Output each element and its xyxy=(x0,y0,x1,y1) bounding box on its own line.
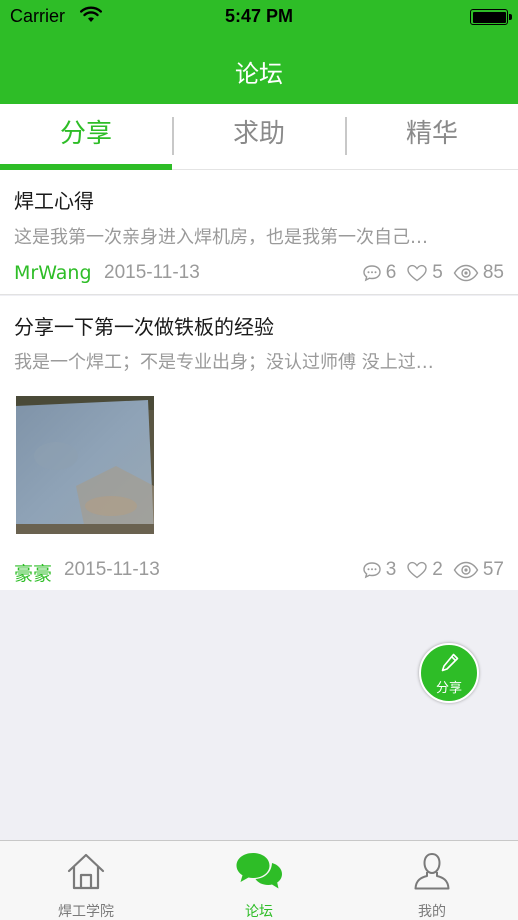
page-title: 论坛 xyxy=(235,60,283,88)
tab-help[interactable]: 求助 xyxy=(173,104,345,168)
view-count: 85 xyxy=(482,262,504,283)
clock: 5:47 PM xyxy=(224,6,294,26)
post-title: 焊工心得 xyxy=(14,189,94,213)
segment-tabs: 分享 求助 精华 xyxy=(0,104,518,170)
comment-count: 6 xyxy=(385,262,397,283)
post-author[interactable]: 豪豪 xyxy=(14,559,52,586)
post-author[interactable]: MrWang xyxy=(14,262,92,284)
post-excerpt: 我是一个焊工；不是专业出身；没认过师傅 没上过… xyxy=(14,352,434,373)
chat-bubbles-icon xyxy=(236,853,282,889)
comment-icon xyxy=(363,265,381,282)
bottom-tab-bar: 焊工学院 论坛 我的 xyxy=(0,840,518,920)
post-stats: 3 2 57 xyxy=(362,559,504,581)
pencil-icon xyxy=(441,653,459,672)
heart-icon[interactable] xyxy=(406,561,428,579)
post-item[interactable]: 分享一下第一次做铁板的经验 我是一个焊工；不是专业出身；没认过师傅 没上过… 豪… xyxy=(0,296,518,590)
post-image-thumbnail[interactable] xyxy=(16,396,154,534)
eye-icon xyxy=(453,264,479,282)
view-count: 57 xyxy=(482,559,504,580)
eye-icon xyxy=(453,561,479,579)
house-icon xyxy=(67,853,105,890)
like-count: 5 xyxy=(432,262,443,283)
post-title: 分享一下第一次做铁板的经验 xyxy=(14,315,274,339)
post-date: 2015-11-13 xyxy=(64,559,160,580)
post-excerpt: 这是我第一次亲身进入焊机房，也是我第一次自己… xyxy=(14,227,428,248)
heart-icon[interactable] xyxy=(406,264,428,282)
tab-featured[interactable]: 精华 xyxy=(346,104,518,168)
tab-share[interactable]: 分享 xyxy=(0,104,172,168)
status-bar: Carrier 5:47 PM xyxy=(0,0,518,36)
person-icon xyxy=(414,852,450,890)
comment-count: 3 xyxy=(385,559,397,580)
tabbar-item-academy[interactable]: 焊工学院 xyxy=(0,841,172,920)
post-item[interactable]: 焊工心得 这是我第一次亲身进入焊机房，也是我第一次自己… MrWang 2015… xyxy=(0,170,518,295)
share-fab-button[interactable]: 分享 xyxy=(419,643,479,703)
tabbar-label: 焊工学院 xyxy=(58,904,114,920)
post-stats: 6 5 85 xyxy=(362,262,504,284)
share-fab-label: 分享 xyxy=(435,681,462,696)
tabbar-label: 我的 xyxy=(418,904,446,920)
tabbar-item-mine[interactable]: 我的 xyxy=(346,841,518,920)
tabbar-label: 论坛 xyxy=(245,904,273,920)
tabbar-item-forum[interactable]: 论坛 xyxy=(173,841,345,920)
navigation-bar: 论坛 xyxy=(0,36,518,104)
post-date: 2015-11-13 xyxy=(104,262,200,283)
comment-icon xyxy=(363,562,381,579)
battery-icon xyxy=(470,9,512,25)
like-count: 2 xyxy=(432,559,443,580)
